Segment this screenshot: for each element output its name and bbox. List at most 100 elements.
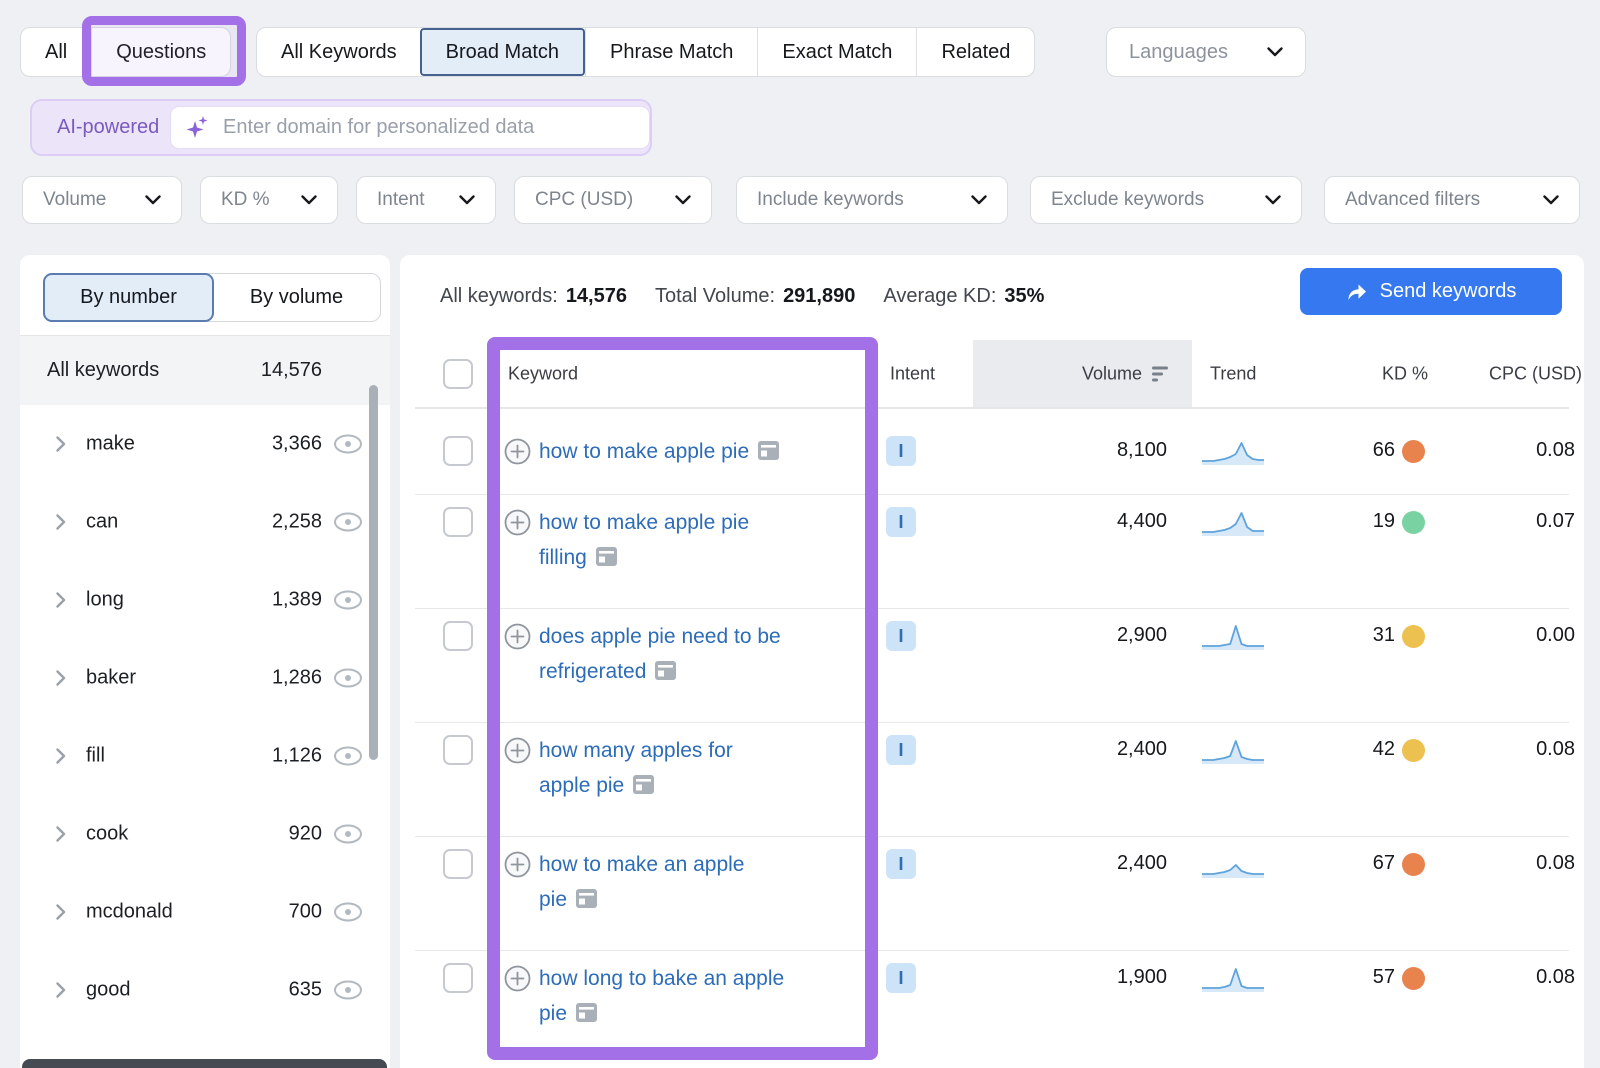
row-checkbox[interactable] [443, 436, 473, 466]
domain-input-wrap [170, 106, 650, 149]
serp-features-icon[interactable] [576, 1003, 597, 1022]
tab-questions[interactable]: Questions [91, 28, 230, 76]
sidebar-item-cook[interactable]: cook 920 [20, 795, 390, 873]
chevron-down-icon [459, 195, 475, 205]
plus-circle-icon[interactable] [504, 737, 531, 764]
sidebar-item-good[interactable]: good 635 [20, 951, 390, 1029]
cpc-value: 0.07 [1480, 510, 1575, 533]
eye-icon[interactable] [332, 823, 364, 845]
serp-features-icon[interactable] [576, 889, 597, 908]
sidebar-item-make[interactable]: make 3,366 [20, 405, 390, 483]
summary-bar: All keywords:14,576 Total Volume:291,890… [440, 273, 1044, 319]
by-number-button[interactable]: By number [43, 273, 214, 322]
filter-kd[interactable]: KD % [200, 176, 338, 224]
intent-badge[interactable]: I [886, 735, 916, 765]
filter-advanced[interactable]: Advanced filters [1324, 176, 1580, 224]
keyword-results-panel: All keywords:14,576 Total Volume:291,890… [400, 255, 1584, 1068]
by-volume-button[interactable]: By volume [213, 274, 380, 321]
header-volume[interactable]: Volume [973, 364, 1192, 385]
keyword-link[interactable]: how to make apple pie [539, 440, 749, 463]
serp-features-icon[interactable] [655, 661, 676, 680]
chevron-right-icon [56, 514, 66, 530]
plus-circle-icon[interactable] [504, 851, 531, 878]
plus-circle-icon[interactable] [504, 623, 531, 650]
keyword-groups-sidebar: By number By volume All keywords 14,576 … [20, 255, 390, 1068]
chevron-right-icon [56, 436, 66, 452]
keyword-magic-tool-screen: All Questions All Keywords Broad Match P… [0, 0, 1600, 1068]
all-keywords-label: All keywords: [440, 285, 558, 308]
keyword-cell: how to make an applepie [539, 847, 869, 917]
sidebar-item-fill[interactable]: fill 1,126 [20, 717, 390, 795]
eye-icon[interactable] [332, 433, 364, 455]
kd-difficulty-dot [1402, 739, 1425, 762]
domain-input[interactable] [223, 116, 635, 139]
header-kd[interactable]: KD % [1338, 364, 1428, 385]
keyword-link[interactable]: how to make an applepie [539, 853, 744, 911]
eye-icon[interactable] [332, 901, 364, 923]
tab-exact-match[interactable]: Exact Match [757, 28, 916, 76]
volume-value: 2,400 [1020, 852, 1167, 875]
serp-features-icon[interactable] [596, 547, 617, 566]
table-row: how long to bake an applepie I 1,900 57 … [400, 950, 1584, 1068]
row-checkbox[interactable] [443, 735, 473, 765]
sparkle-icon [185, 115, 211, 141]
tab-all-keywords[interactable]: All Keywords [257, 28, 421, 76]
intent-badge[interactable]: I [886, 436, 916, 466]
serp-features-icon[interactable] [758, 441, 779, 460]
languages-dropdown[interactable]: Languages [1106, 27, 1306, 77]
tab-related[interactable]: Related [916, 28, 1034, 76]
tab-broad-match[interactable]: Broad Match [420, 28, 585, 76]
intent-badge[interactable]: I [886, 849, 916, 879]
volume-value: 4,400 [1020, 510, 1167, 533]
intent-badge[interactable]: I [886, 963, 916, 993]
header-trend[interactable]: Trend [1210, 364, 1256, 385]
intent-badge[interactable]: I [886, 621, 916, 651]
trend-sparkline [1202, 849, 1264, 879]
plus-circle-icon[interactable] [504, 509, 531, 536]
tab-phrase-match[interactable]: Phrase Match [585, 28, 757, 76]
filter-volume[interactable]: Volume [22, 176, 182, 224]
keyword-cell: does apple pie need to berefrigerated [539, 619, 869, 689]
sort-toggle: By number By volume [43, 273, 381, 322]
chevron-down-icon [675, 195, 691, 205]
plus-circle-icon[interactable] [504, 965, 531, 992]
header-intent[interactable]: Intent [890, 364, 935, 385]
chevron-down-icon [1267, 47, 1283, 57]
eye-icon[interactable] [332, 979, 364, 1001]
sidebar-scrollbar[interactable] [369, 385, 378, 760]
eye-icon[interactable] [332, 745, 364, 767]
all-keywords-row[interactable]: All keywords 14,576 [20, 336, 390, 405]
eye-icon[interactable] [332, 511, 364, 533]
table-row: how to make apple pie I 8,100 66 0.08 [400, 408, 1584, 494]
header-cpc[interactable]: CPC (USD) [1440, 364, 1582, 385]
filter-intent[interactable]: Intent [356, 176, 496, 224]
row-checkbox[interactable] [443, 507, 473, 537]
chevron-down-icon [971, 195, 987, 205]
row-checkbox[interactable] [443, 621, 473, 651]
chevron-right-icon [56, 748, 66, 764]
trend-sparkline [1202, 507, 1264, 537]
plus-circle-icon[interactable] [504, 438, 531, 465]
serp-features-icon[interactable] [633, 775, 654, 794]
eye-icon[interactable] [332, 589, 364, 611]
header-keyword[interactable]: Keyword [508, 364, 578, 385]
filter-cpc[interactable]: CPC (USD) [514, 176, 712, 224]
row-checkbox[interactable] [443, 963, 473, 993]
filter-exclude-keywords[interactable]: Exclude keywords [1030, 176, 1302, 224]
row-checkbox[interactable] [443, 849, 473, 879]
sidebar-item-long[interactable]: long 1,389 [20, 561, 390, 639]
keyword-link[interactable]: how to make apple piefilling [539, 511, 749, 569]
chevron-right-icon [56, 826, 66, 842]
sidebar-item-mcdonald[interactable]: mcdonald 700 [20, 873, 390, 951]
tab-all[interactable]: All [21, 28, 91, 76]
select-all-checkbox[interactable] [443, 359, 473, 389]
total-volume-value: 291,890 [783, 285, 855, 308]
sidebar-item-can[interactable]: can 2,258 [20, 483, 390, 561]
filter-include-keywords[interactable]: Include keywords [736, 176, 1008, 224]
intent-badge[interactable]: I [886, 507, 916, 537]
volume-value: 8,100 [1020, 439, 1167, 462]
sidebar-item-baker[interactable]: baker 1,286 [20, 639, 390, 717]
cpc-value: 0.00 [1480, 624, 1575, 647]
eye-icon[interactable] [332, 667, 364, 689]
send-keywords-button[interactable]: Send keywords [1300, 268, 1562, 315]
